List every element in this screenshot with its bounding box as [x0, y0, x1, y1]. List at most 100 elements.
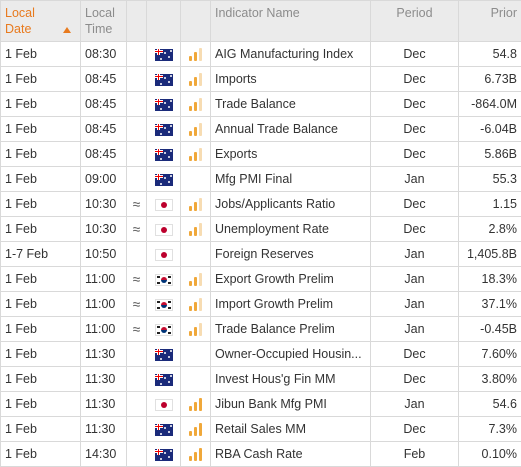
row-time: 10:30	[81, 192, 127, 217]
row-period: Dec	[371, 367, 459, 392]
importance-bars-icon	[189, 222, 203, 236]
row-date: 1 Feb	[1, 317, 81, 342]
table-row[interactable]: 1 Feb11:30Retail Sales MMDec7.3%	[1, 417, 521, 442]
table-row[interactable]: 1-7 Feb10:50Foreign ReservesJan1,405.8B	[1, 242, 521, 267]
approx-time-icon	[127, 392, 147, 417]
row-indicator-name[interactable]: Exports	[211, 142, 371, 167]
row-period: Dec	[371, 42, 459, 67]
row-time: 08:45	[81, 142, 127, 167]
australia-flag-icon	[155, 49, 173, 61]
local-time-label: Local Time	[85, 5, 121, 37]
row-prior: 3.80%	[459, 367, 521, 392]
row-time: 10:30	[81, 217, 127, 242]
importance-bars-icon	[189, 422, 203, 436]
row-prior: 7.3%	[459, 417, 521, 442]
row-indicator-name[interactable]: Export Growth Prelim	[211, 267, 371, 292]
row-date: 1 Feb	[1, 142, 81, 167]
row-period: Dec	[371, 117, 459, 142]
row-period: Jan	[371, 292, 459, 317]
table-row[interactable]: 1 Feb08:45Trade BalanceDec-864.0M	[1, 92, 521, 117]
row-date: 1 Feb	[1, 292, 81, 317]
south-korea-flag-icon	[155, 274, 173, 286]
row-importance	[181, 92, 211, 117]
approx-time-icon	[127, 67, 147, 92]
row-time: 11:30	[81, 417, 127, 442]
row-importance	[181, 192, 211, 217]
row-indicator-name[interactable]: Annual Trade Balance	[211, 117, 371, 142]
row-period: Dec	[371, 67, 459, 92]
table-row[interactable]: 1 Feb10:30≈Jobs/Applicants RatioDec1.15	[1, 192, 521, 217]
row-country	[147, 117, 181, 142]
row-indicator-name[interactable]: Jobs/Applicants Ratio	[211, 192, 371, 217]
row-prior: -864.0M	[459, 92, 521, 117]
row-country	[147, 392, 181, 417]
row-date: 1 Feb	[1, 42, 81, 67]
row-indicator-name[interactable]: Jibun Bank Mfg PMI	[211, 392, 371, 417]
row-prior: 5.86B	[459, 142, 521, 167]
row-country	[147, 267, 181, 292]
row-indicator-name[interactable]: Import Growth Prelim	[211, 292, 371, 317]
row-time: 11:30	[81, 367, 127, 392]
row-period: Jan	[371, 267, 459, 292]
table-row[interactable]: 1 Feb11:00≈Import Growth PrelimJan37.1%	[1, 292, 521, 317]
row-country	[147, 342, 181, 367]
economic-calendar-table: Local Date Local Time Indicator Name Per…	[0, 0, 521, 467]
table-row[interactable]: 1 Feb11:30Invest Hous'g Fin MMDec3.80%	[1, 367, 521, 392]
approx-time-icon: ≈	[127, 292, 147, 317]
row-date: 1 Feb	[1, 117, 81, 142]
row-date: 1 Feb	[1, 392, 81, 417]
row-indicator-name[interactable]: AIG Manufacturing Index	[211, 42, 371, 67]
row-date: 1-7 Feb	[1, 242, 81, 267]
row-country	[147, 317, 181, 342]
row-indicator-name[interactable]: Trade Balance	[211, 92, 371, 117]
row-prior: -0.45B	[459, 317, 521, 342]
column-header-period[interactable]: Period	[371, 1, 459, 42]
japan-flag-icon	[155, 199, 173, 211]
row-indicator-name[interactable]: Owner-Occupied Housin...	[211, 342, 371, 367]
header-row: Local Date Local Time Indicator Name Per…	[1, 1, 521, 42]
table-row[interactable]: 1 Feb10:30≈Unemployment RateDec2.8%	[1, 217, 521, 242]
approx-time-icon: ≈	[127, 192, 147, 217]
row-indicator-name[interactable]: RBA Cash Rate	[211, 442, 371, 467]
row-country	[147, 67, 181, 92]
table-row[interactable]: 1 Feb09:00Mfg PMI FinalJan55.3	[1, 167, 521, 192]
table-row[interactable]: 1 Feb11:30Jibun Bank Mfg PMIJan54.6	[1, 392, 521, 417]
approx-time-icon	[127, 92, 147, 117]
row-country	[147, 42, 181, 67]
australia-flag-icon	[155, 174, 173, 186]
importance-bars-icon	[189, 447, 203, 461]
row-importance	[181, 267, 211, 292]
row-date: 1 Feb	[1, 417, 81, 442]
row-indicator-name[interactable]: Invest Hous'g Fin MM	[211, 367, 371, 392]
table-row[interactable]: 1 Feb08:45Annual Trade BalanceDec-6.04B	[1, 117, 521, 142]
approx-time-icon	[127, 342, 147, 367]
table-row[interactable]: 1 Feb11:30Owner-Occupied Housin...Dec7.6…	[1, 342, 521, 367]
column-header-local-date[interactable]: Local Date	[1, 1, 81, 42]
row-country	[147, 442, 181, 467]
australia-flag-icon	[155, 149, 173, 161]
table-row[interactable]: 1 Feb08:30AIG Manufacturing IndexDec54.8	[1, 42, 521, 67]
table-row[interactable]: 1 Feb08:45ImportsDec6.73B	[1, 67, 521, 92]
table-row[interactable]: 1 Feb08:45ExportsDec5.86B	[1, 142, 521, 167]
row-importance	[181, 392, 211, 417]
column-header-indicator-name[interactable]: Indicator Name	[211, 1, 371, 42]
australia-flag-icon	[155, 99, 173, 111]
table-row[interactable]: 1 Feb11:00≈Trade Balance PrelimJan-0.45B	[1, 317, 521, 342]
row-indicator-name[interactable]: Foreign Reserves	[211, 242, 371, 267]
column-header-prior[interactable]: Prior	[459, 1, 521, 42]
table-row[interactable]: 1 Feb11:00≈Export Growth PrelimJan18.3%	[1, 267, 521, 292]
column-header-approx	[127, 1, 147, 42]
row-time: 11:00	[81, 317, 127, 342]
row-indicator-name[interactable]: Unemployment Rate	[211, 217, 371, 242]
row-time: 10:50	[81, 242, 127, 267]
table-row[interactable]: 1 Feb14:30RBA Cash RateFeb0.10%	[1, 442, 521, 467]
row-indicator-name[interactable]: Trade Balance Prelim	[211, 317, 371, 342]
row-prior: 54.6	[459, 392, 521, 417]
row-indicator-name[interactable]: Mfg PMI Final	[211, 167, 371, 192]
importance-bars-icon	[189, 122, 203, 136]
australia-flag-icon	[155, 349, 173, 361]
row-importance	[181, 167, 211, 192]
row-indicator-name[interactable]: Imports	[211, 67, 371, 92]
row-indicator-name[interactable]: Retail Sales MM	[211, 417, 371, 442]
column-header-local-time[interactable]: Local Time	[81, 1, 127, 42]
